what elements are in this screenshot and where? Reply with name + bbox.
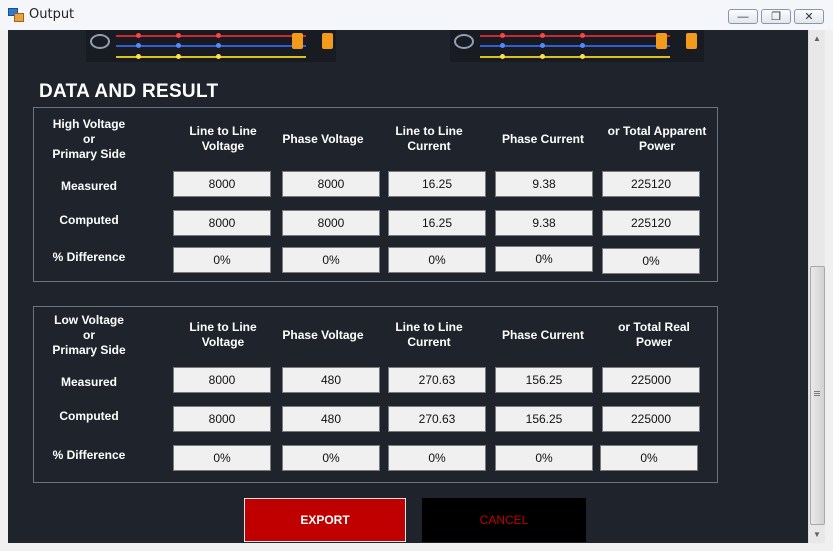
difference-line-current-field[interactable]: 0% <box>388 247 486 273</box>
header-phase-voltage: Phase Voltage <box>282 132 364 146</box>
measured-line-voltage-field[interactable]: 8000 <box>173 171 271 197</box>
connection-diagram-image-left <box>86 30 336 62</box>
window-frame-right <box>825 30 833 551</box>
connection-diagram-image-right <box>450 30 704 62</box>
difference-phase-current-field[interactable]: 0% <box>495 445 593 471</box>
side-label: Low Voltage or Primary Side <box>52 313 126 357</box>
measured-phase-current-field[interactable]: 156.25 <box>495 367 593 393</box>
window-title: Output <box>29 7 75 22</box>
output-content: DATA AND RESULT High Voltage or Primary … <box>8 30 808 543</box>
computed-phase-current-field[interactable]: 156.25 <box>495 406 593 432</box>
difference-line-voltage-field[interactable]: 0% <box>173 247 271 273</box>
app-icon <box>8 8 24 22</box>
measured-line-current-field[interactable]: 16.25 <box>388 171 486 197</box>
scroll-down-icon[interactable]: ▼ <box>809 526 825 543</box>
row-label-measured: Measured <box>60 179 118 193</box>
measured-phase-current-field[interactable]: 9.38 <box>495 171 593 197</box>
header-line-to-line-voltage: Line to Line Voltage <box>189 124 257 153</box>
section-title: DATA AND RESULT <box>39 81 219 102</box>
header-phase-current: Phase Current <box>501 132 585 146</box>
computed-line-current-field[interactable]: 270.63 <box>388 406 486 432</box>
measured-power-field[interactable]: 225120 <box>602 171 700 197</box>
difference-power-field[interactable]: 0% <box>600 445 698 471</box>
difference-phase-voltage-field[interactable]: 0% <box>282 247 380 273</box>
export-button[interactable]: EXPORT <box>244 498 406 542</box>
computed-phase-voltage-field[interactable]: 480 <box>282 406 380 432</box>
header-phase-current: Phase Current <box>501 328 585 342</box>
difference-phase-current-field[interactable]: 0% <box>495 246 593 272</box>
side-label: High Voltage or Primary Side <box>52 117 126 161</box>
cancel-button[interactable]: CANCEL <box>422 498 586 542</box>
high-voltage-panel: High Voltage or Primary Side Line to Lin… <box>33 107 718 282</box>
computed-line-voltage-field[interactable]: 8000 <box>173 210 271 236</box>
computed-power-field[interactable]: 225120 <box>602 210 700 236</box>
minimize-icon[interactable]: — <box>728 9 758 24</box>
row-label-percent-difference: % Difference <box>52 448 126 462</box>
measured-phase-voltage-field[interactable]: 480 <box>282 367 380 393</box>
header-line-to-line-voltage: Line to Line Voltage <box>189 320 257 349</box>
row-label-percent-difference: % Difference <box>52 250 126 264</box>
computed-line-current-field[interactable]: 16.25 <box>388 210 486 236</box>
window-frame-bottom <box>0 543 833 551</box>
row-label-measured: Measured <box>60 375 118 389</box>
measured-line-voltage-field[interactable]: 8000 <box>173 367 271 393</box>
difference-power-field[interactable]: 0% <box>602 248 700 274</box>
difference-line-voltage-field[interactable]: 0% <box>173 445 271 471</box>
header-phase-voltage: Phase Voltage <box>282 328 364 342</box>
computed-phase-current-field[interactable]: 9.38 <box>495 210 593 236</box>
vertical-scrollbar[interactable]: ▲ ▼ <box>808 30 825 543</box>
close-icon[interactable]: ✕ <box>794 9 824 24</box>
measured-line-current-field[interactable]: 270.63 <box>388 367 486 393</box>
computed-line-voltage-field[interactable]: 8000 <box>173 406 271 432</box>
header-total-apparent-power: or Total Apparent Power <box>607 124 707 153</box>
computed-phase-voltage-field[interactable]: 8000 <box>282 210 380 236</box>
difference-phase-voltage-field[interactable]: 0% <box>282 445 380 471</box>
header-line-to-line-current: Line to Line Current <box>395 124 463 153</box>
difference-line-current-field[interactable]: 0% <box>388 445 486 471</box>
measured-phase-voltage-field[interactable]: 8000 <box>282 171 380 197</box>
row-label-computed: Computed <box>59 409 119 423</box>
title-bar: Output — ❐ ✕ <box>0 0 833 31</box>
low-voltage-panel: Low Voltage or Primary Side Line to Line… <box>33 306 718 483</box>
window-frame-left <box>0 30 8 551</box>
row-label-computed: Computed <box>59 213 119 227</box>
scrollbar-thumb[interactable] <box>810 266 825 525</box>
maximize-icon[interactable]: ❐ <box>761 9 791 24</box>
header-total-real-power: or Total Real Power <box>618 320 690 349</box>
measured-power-field[interactable]: 225000 <box>602 367 700 393</box>
header-line-to-line-current: Line to Line Current <box>395 320 463 349</box>
computed-power-field[interactable]: 225000 <box>602 406 700 432</box>
scroll-up-icon[interactable]: ▲ <box>809 30 825 47</box>
